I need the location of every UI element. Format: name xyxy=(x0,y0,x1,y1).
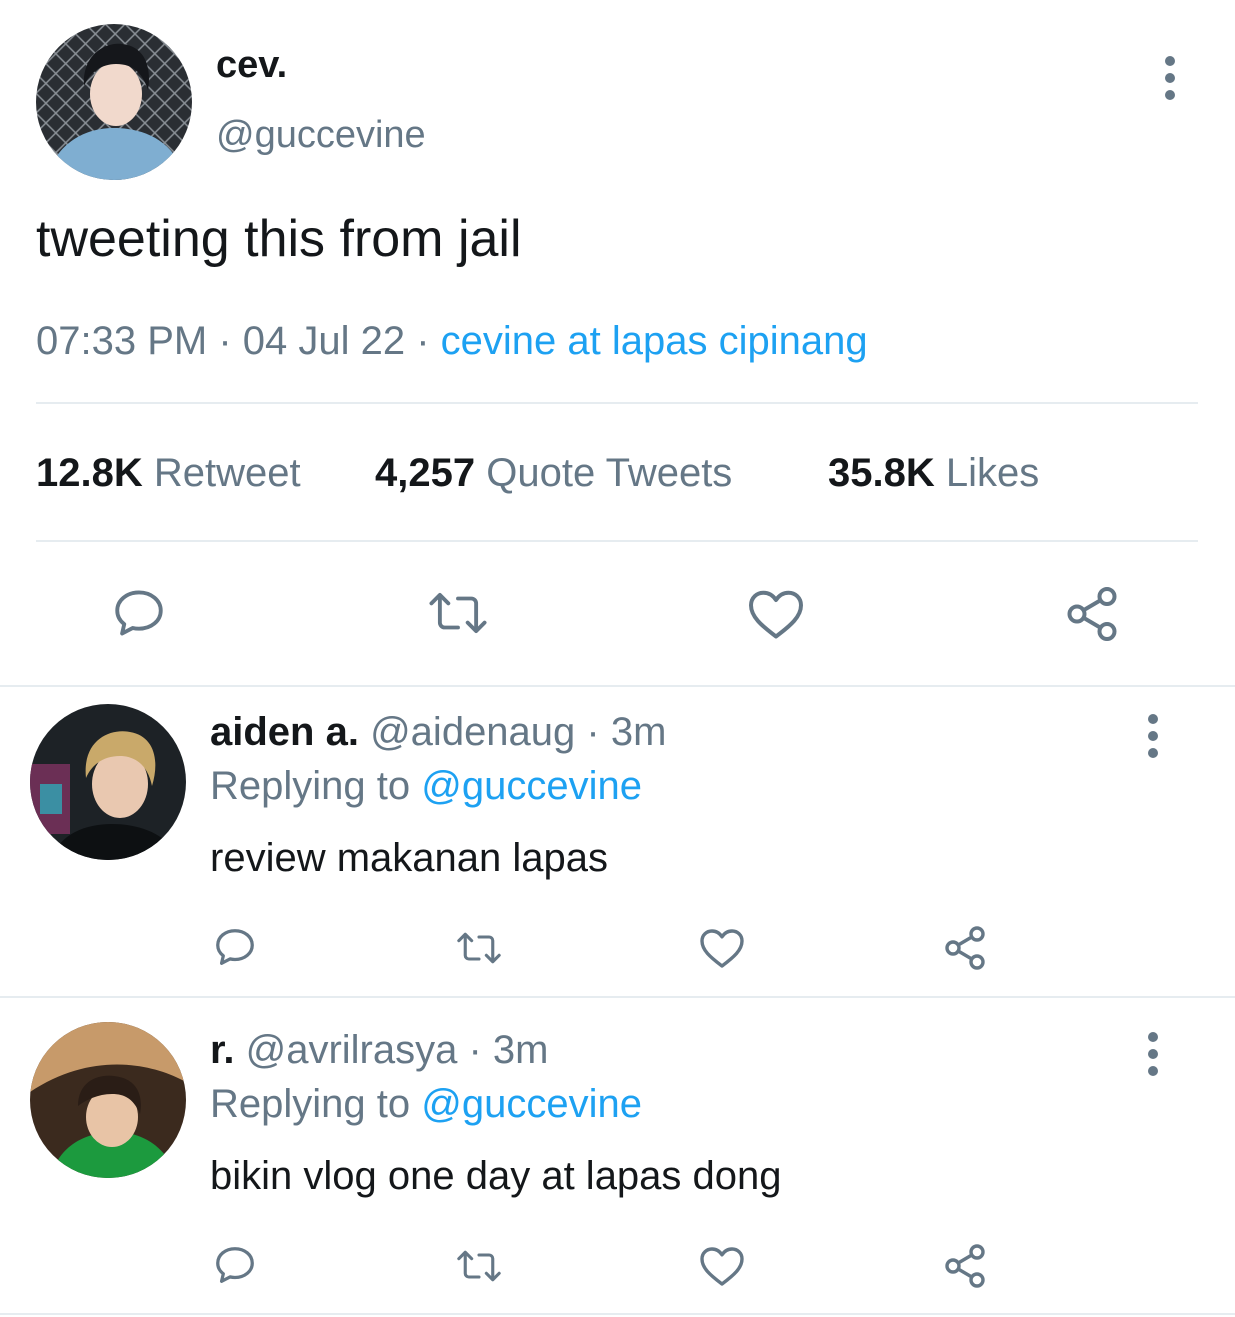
reply-header: r. @avrilrasya · 3m xyxy=(210,1026,549,1074)
reply-text: bikin vlog one day at lapas dong xyxy=(210,1154,782,1198)
replying-to: Replying to @guccevine xyxy=(210,1080,642,1128)
avatar-cev[interactable] xyxy=(36,24,192,180)
tweet-meta: 07:33 PM · 04 Jul 22 · cevine at lapas c… xyxy=(36,316,868,366)
meta-separator: · xyxy=(457,1028,493,1072)
divider xyxy=(0,1313,1235,1315)
quotes-stat[interactable]: 4,257 Quote Tweets xyxy=(375,449,732,497)
reply-time: 3m xyxy=(610,710,667,754)
replying-to: Replying to @guccevine xyxy=(210,762,642,810)
likes-count: 35.8K xyxy=(828,451,935,495)
reply-text: review makanan lapas xyxy=(210,836,608,880)
retweets-label: Retweet xyxy=(153,451,301,495)
like-icon[interactable] xyxy=(698,1244,746,1288)
quotes-label: Quote Tweets xyxy=(486,451,733,495)
likes-stat[interactable]: 35.8K Likes xyxy=(828,449,1039,497)
tweet-text: tweeting this from jail xyxy=(36,210,522,268)
tweet-date: 04 Jul 22 xyxy=(242,319,406,363)
more-vertical-icon[interactable] xyxy=(1164,56,1176,100)
reply-header: aiden a. @aidenaug · 3m xyxy=(210,708,666,756)
reply-author-handle[interactable]: @avrilrasya xyxy=(246,1028,458,1072)
reply-icon[interactable] xyxy=(212,1242,258,1288)
replying-label: Replying to xyxy=(210,764,422,808)
replying-to-link[interactable]: @guccevine xyxy=(421,764,642,808)
retweet-icon[interactable] xyxy=(425,584,491,642)
share-icon[interactable] xyxy=(940,924,990,972)
avatar-r[interactable] xyxy=(30,1022,186,1178)
tweet-author-handle[interactable]: @guccevine xyxy=(216,112,426,158)
reply-icon[interactable] xyxy=(110,584,168,642)
reply-author-name[interactable]: aiden a. xyxy=(210,710,359,754)
tweet-time: 07:33 PM xyxy=(36,319,208,363)
retweet-icon[interactable] xyxy=(452,926,506,970)
retweet-icon[interactable] xyxy=(452,1244,506,1288)
more-vertical-icon[interactable] xyxy=(1147,1032,1159,1076)
avatar-aiden[interactable] xyxy=(30,704,186,860)
more-vertical-icon[interactable] xyxy=(1147,714,1159,758)
like-icon[interactable] xyxy=(698,926,746,970)
reply-icon[interactable] xyxy=(212,924,258,970)
retweets-count: 12.8K xyxy=(36,451,143,495)
retweets-stat[interactable]: 12.8K Retweet xyxy=(36,449,301,497)
meta-separator: · xyxy=(207,319,243,363)
reply-author-name[interactable]: r. xyxy=(210,1028,234,1072)
replying-label: Replying to xyxy=(210,1082,422,1126)
quotes-count: 4,257 xyxy=(375,451,476,495)
tweet-author-name[interactable]: cev. xyxy=(216,42,287,88)
meta-separator: · xyxy=(575,710,611,754)
reply-author-handle[interactable]: @aidenaug xyxy=(370,710,575,754)
divider xyxy=(0,996,1235,998)
divider xyxy=(0,685,1235,687)
divider xyxy=(36,402,1198,404)
share-icon[interactable] xyxy=(940,1242,990,1290)
reply-time: 3m xyxy=(492,1028,549,1072)
meta-separator: · xyxy=(405,319,441,363)
share-icon[interactable] xyxy=(1062,584,1122,644)
like-icon[interactable] xyxy=(746,586,806,642)
tweet-source-link[interactable]: cevine at lapas cipinang xyxy=(441,319,868,363)
divider xyxy=(36,540,1198,542)
likes-label: Likes xyxy=(945,451,1040,495)
replying-to-link[interactable]: @guccevine xyxy=(421,1082,642,1126)
